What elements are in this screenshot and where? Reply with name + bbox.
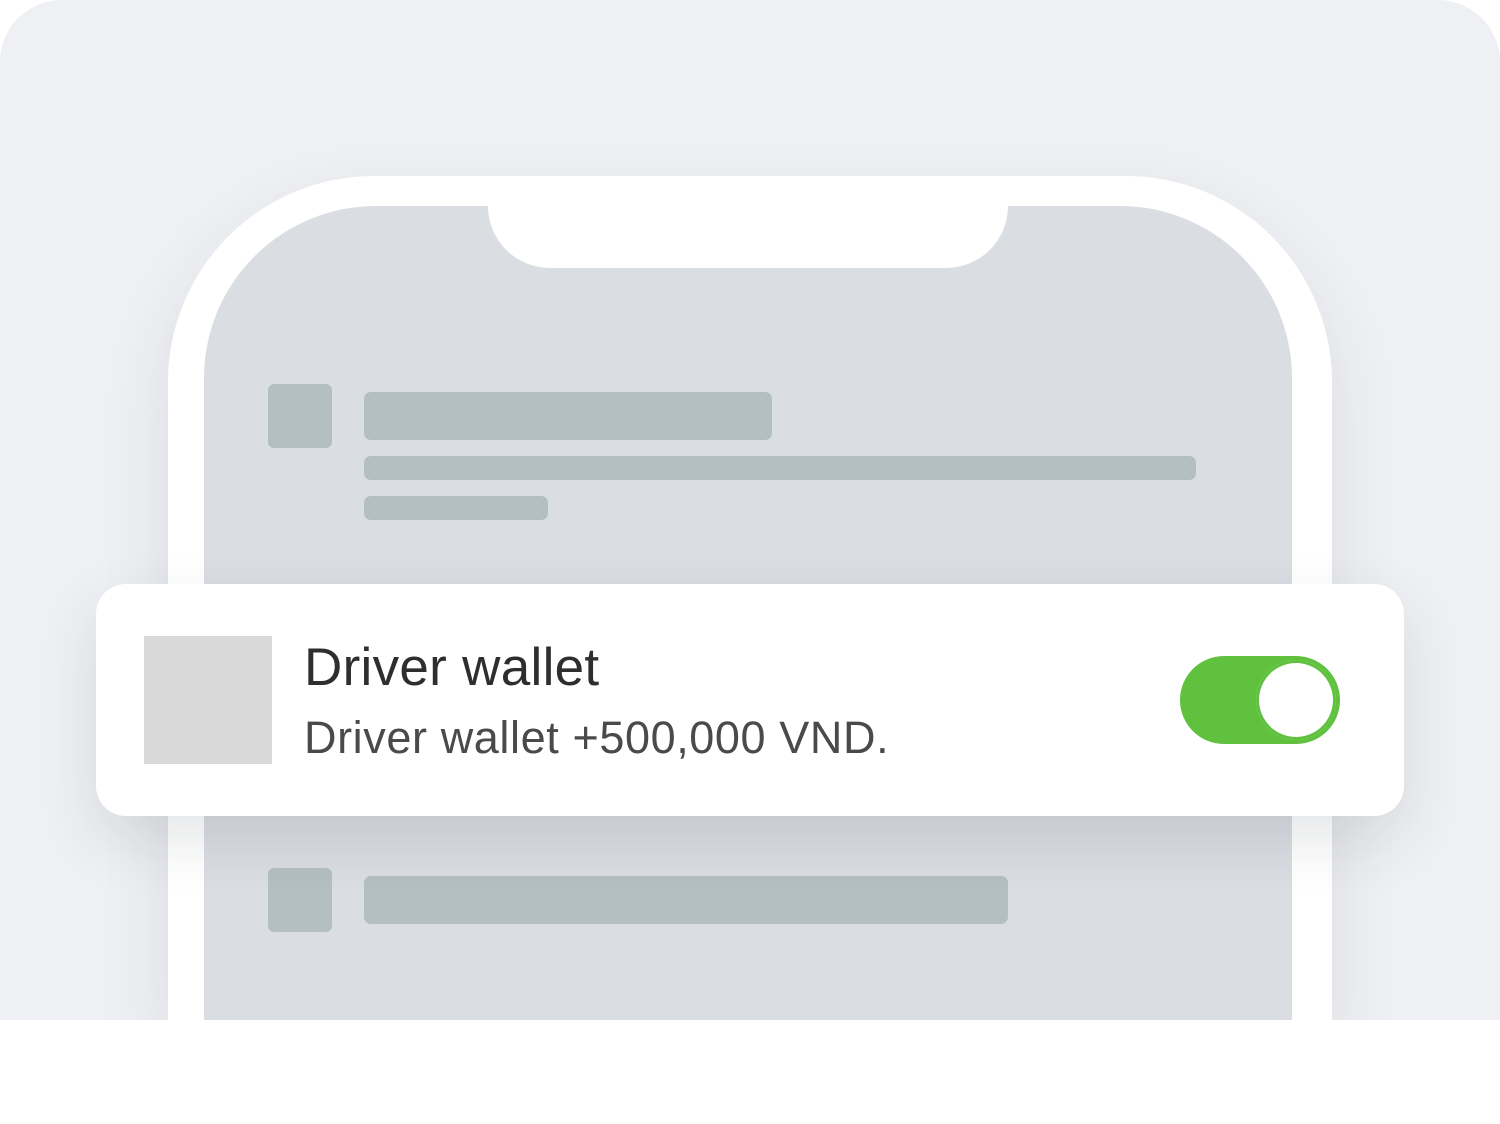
app-icon-placeholder <box>144 636 272 764</box>
illustration-stage: Driver wallet Driver wallet +500,000 VND… <box>0 0 1500 1124</box>
toggle-knob[interactable] <box>1256 660 1336 740</box>
skeleton-text-line <box>364 456 1196 480</box>
skeleton-title-line <box>364 876 1008 924</box>
notification-toggle[interactable] <box>1180 656 1340 744</box>
skeleton-title-line <box>364 392 772 440</box>
skeleton-thumbnail <box>268 384 332 448</box>
backdrop-panel <box>0 0 1500 1020</box>
phone-notch <box>488 206 1008 268</box>
skeleton-thumbnail <box>268 868 332 932</box>
notification-card[interactable]: Driver wallet Driver wallet +500,000 VND… <box>96 584 1404 816</box>
notification-body: Driver wallet +500,000 VND. <box>304 712 890 763</box>
skeleton-text-line <box>364 496 548 520</box>
notification-title: Driver wallet <box>304 638 600 697</box>
